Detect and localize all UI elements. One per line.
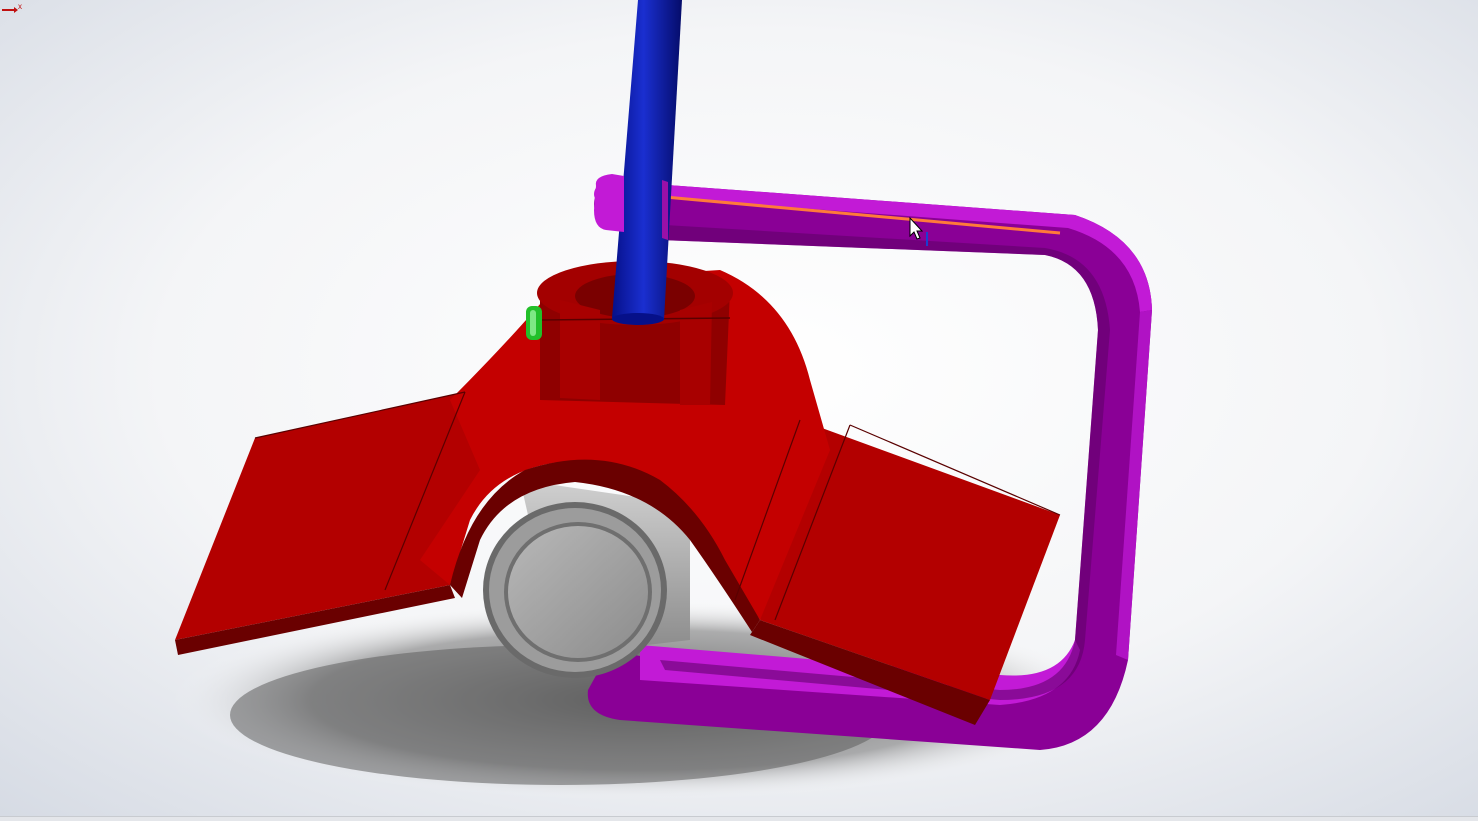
- model-view[interactable]: [0, 0, 1478, 821]
- mate-marker-icon[interactable]: [526, 306, 542, 340]
- axis-triad-icon: x: [2, 2, 22, 13]
- status-strip: [0, 816, 1478, 821]
- graphics-area[interactable]: x: [0, 0, 1478, 821]
- triad-axis-label: x: [18, 2, 22, 11]
